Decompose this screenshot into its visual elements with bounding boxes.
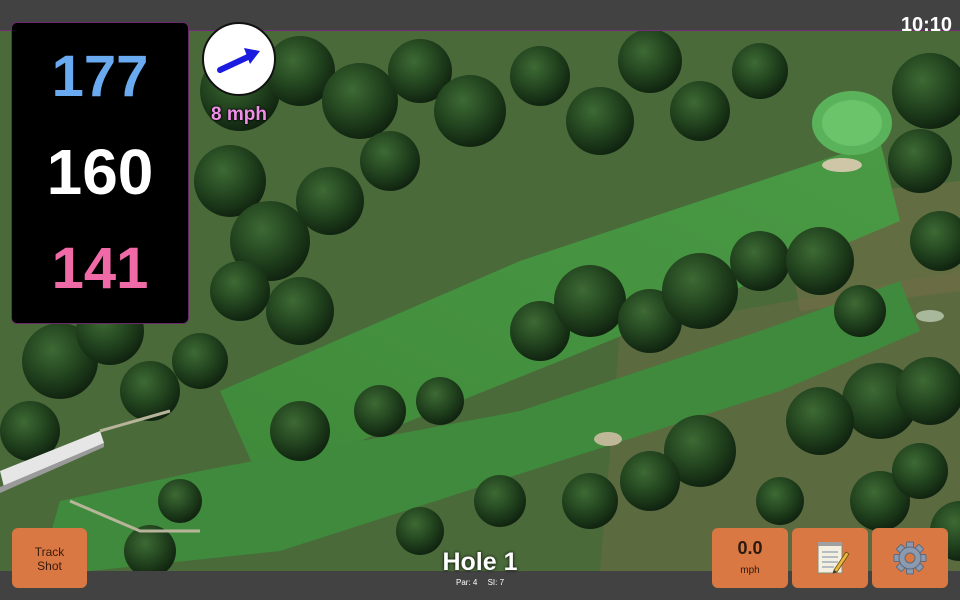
- settings-button[interactable]: [872, 528, 948, 588]
- distance-back: 177: [51, 44, 149, 109]
- track-shot-label-line1: Track: [34, 545, 65, 559]
- notes-button[interactable]: [792, 528, 868, 588]
- track-shot-label-line2: Shot: [37, 559, 62, 573]
- track-shot-button[interactable]: Track Shot: [12, 528, 87, 588]
- hole-title: Hole 1: [442, 548, 518, 576]
- hole-par: Par: 4: [455, 578, 478, 587]
- clock: 10:10: [900, 14, 952, 36]
- notepad-icon: [817, 542, 850, 574]
- speed-button[interactable]: 0.0 mph: [712, 528, 788, 588]
- hole-meta: Par: 4 SI: 7: [380, 578, 580, 587]
- wind-speed-label: 8 mph: [211, 104, 267, 125]
- wind-direction-dial: [202, 22, 276, 96]
- golf-gps-screen: 10:10 177 160 141 8 mph Track Shot Hole …: [0, 0, 960, 600]
- wind-arrow-icon: [217, 48, 260, 73]
- gear-icon: [893, 541, 927, 575]
- distance-front: 141: [51, 236, 149, 301]
- hole-stroke-index: SI: 7: [487, 578, 505, 587]
- speed-value: 0.0: [737, 538, 763, 558]
- distance-panel: 177 160 141: [11, 22, 189, 324]
- distance-middle: 160: [46, 136, 154, 208]
- speed-unit: mph: [740, 565, 760, 576]
